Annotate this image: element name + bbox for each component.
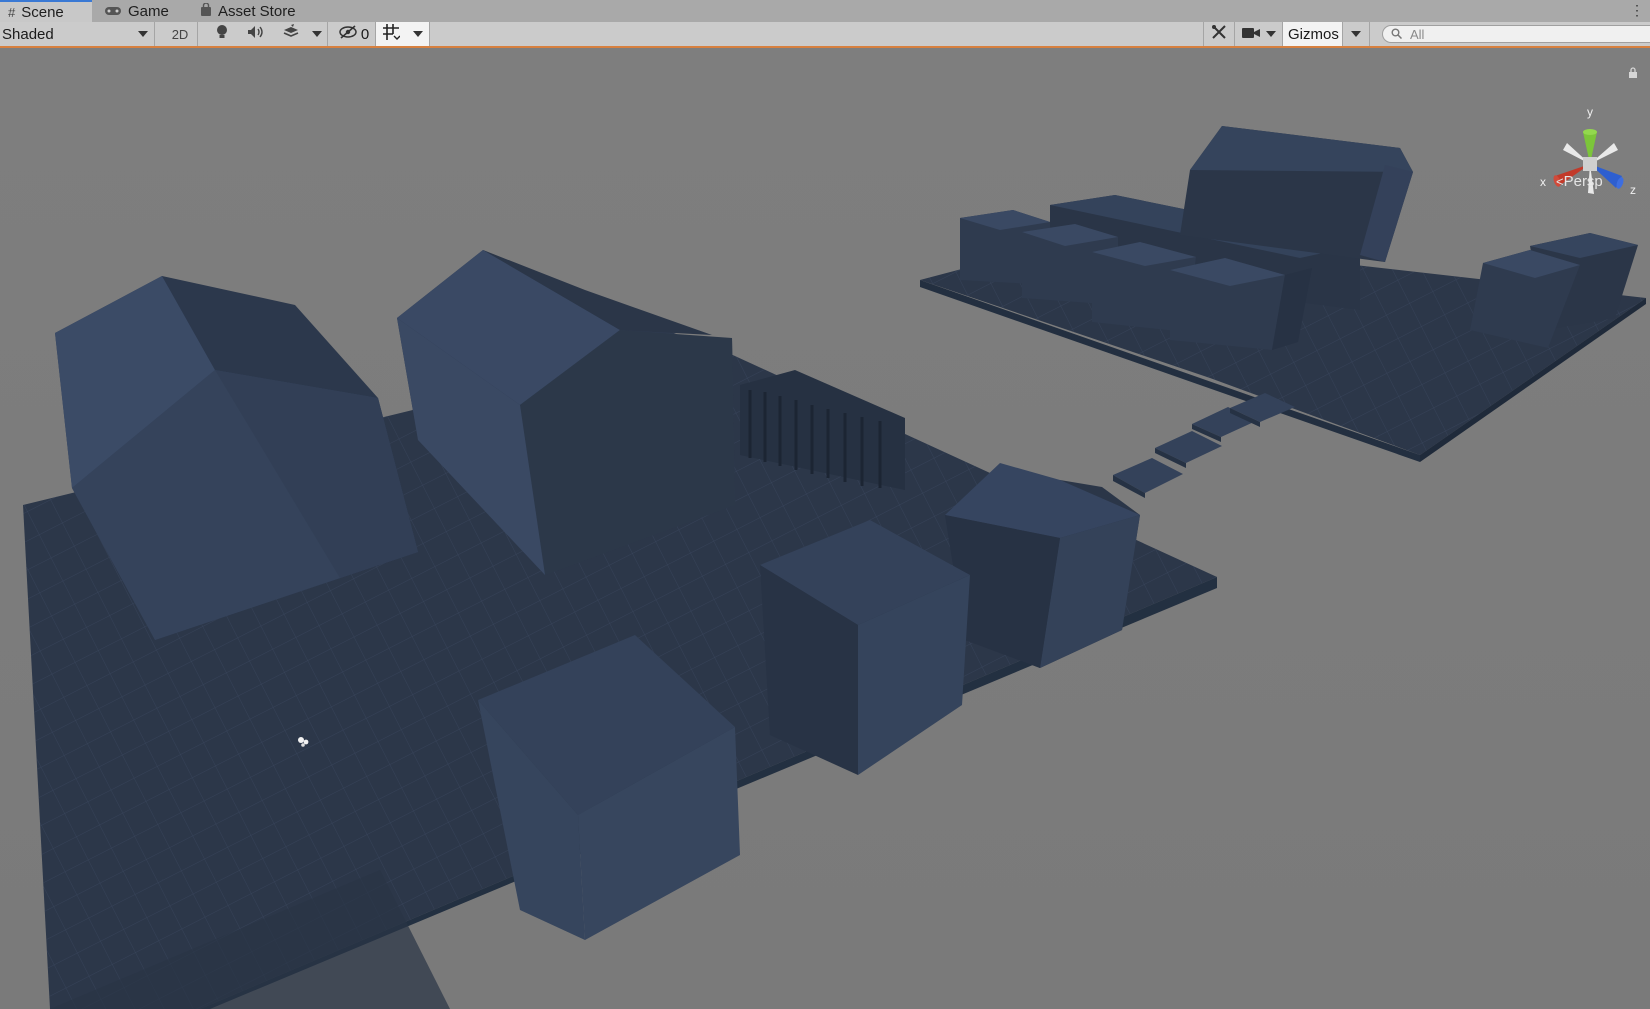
kebab-menu-icon[interactable]: ⋮ — [1630, 2, 1644, 19]
effects-dropdown[interactable] — [306, 22, 328, 46]
z-axis-label: z — [1630, 183, 1636, 197]
projection-label: Persp — [1563, 173, 1603, 190]
lightbulb-icon — [215, 24, 229, 44]
scene-search-field[interactable] — [1382, 25, 1650, 43]
tab-bar: # Scene Game Asset Store ⋮ — [0, 0, 1650, 23]
search-input[interactable] — [1408, 25, 1632, 43]
hidden-object-count: 0 — [360, 25, 370, 43]
chevron-down-icon — [1265, 31, 1276, 37]
gizmos-button[interactable]: Gizmos — [1283, 22, 1343, 46]
hash-icon: # — [8, 4, 16, 20]
chevron-down-icon — [1351, 31, 1361, 37]
lock-icon[interactable] — [1628, 67, 1638, 78]
chevron-down-icon — [138, 31, 148, 37]
unity-scene-window: # Scene Game Asset Store ⋮ Shaded 2D 0 G… — [0, 0, 1650, 1009]
gamepad-icon — [104, 4, 122, 19]
scene-viewport[interactable]: x y z <Persp — [0, 48, 1650, 1009]
gizmos-dropdown[interactable] — [1343, 22, 1370, 46]
toggle-2d-button[interactable]: 2D — [163, 22, 198, 46]
tab-label: Game — [128, 2, 169, 20]
scene-render — [0, 48, 1650, 1009]
grid-toggle[interactable] — [376, 22, 406, 46]
bag-icon — [200, 2, 212, 19]
lighting-toggle[interactable] — [208, 22, 236, 46]
tab-label: Asset Store — [218, 2, 296, 20]
layers-icon — [282, 24, 300, 44]
grid-dropdown[interactable] — [406, 22, 430, 46]
toggle-2d-label: 2D — [171, 26, 189, 42]
draw-mode-value: Shaded — [2, 25, 54, 43]
draw-mode-dropdown[interactable]: Shaded — [0, 22, 155, 46]
speaker-icon — [247, 25, 265, 43]
y-axis-label: y — [1587, 105, 1593, 119]
search-icon — [1391, 27, 1403, 42]
tab-scene[interactable]: # Scene — [0, 0, 92, 22]
projection-toggle[interactable]: <Persp — [1556, 173, 1603, 190]
tab-asset-store[interactable]: Asset Store — [200, 0, 320, 22]
eye-slash-icon — [338, 25, 358, 43]
camera-settings-button[interactable] — [1235, 22, 1283, 46]
scene-toolbar: Shaded 2D 0 Gizmos All — [0, 22, 1650, 48]
grid-icon — [382, 23, 401, 45]
chevron-down-icon — [412, 31, 423, 37]
chevron-down-icon — [311, 31, 322, 37]
tab-game[interactable]: Game — [104, 0, 188, 22]
x-axis-label: x — [1540, 175, 1546, 189]
perspective-icon: < — [1556, 174, 1564, 189]
tools-button[interactable] — [1203, 22, 1235, 46]
gizmos-label: Gizmos — [1288, 25, 1339, 43]
effects-toggle[interactable] — [276, 22, 306, 46]
audio-toggle[interactable] — [242, 22, 270, 46]
tab-label: Scene — [21, 3, 64, 21]
camera-icon — [1241, 26, 1260, 43]
scene-visibility-toggle[interactable]: 0 — [332, 22, 376, 46]
orientation-gizmo[interactable]: x y z — [1530, 105, 1640, 210]
tools-icon — [1211, 24, 1227, 44]
